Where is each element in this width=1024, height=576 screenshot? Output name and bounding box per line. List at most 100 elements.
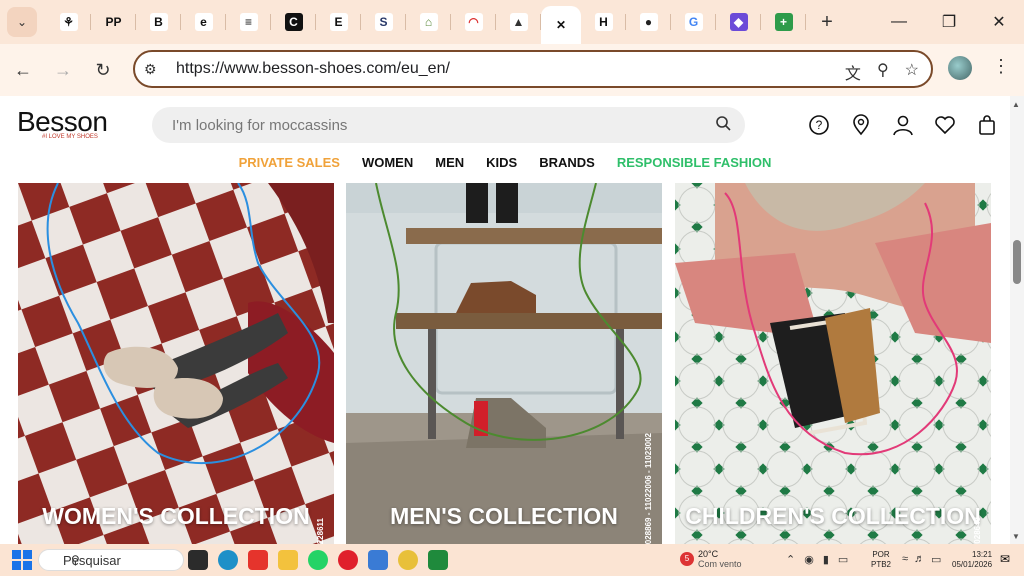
photos-icon[interactable] [368, 550, 388, 570]
weather-temp: 20°C [698, 549, 719, 559]
zoom-icon[interactable]: ⚲ [877, 60, 889, 84]
chevron-down-icon: ⌄ [16, 15, 28, 29]
language-indicator[interactable]: POR PTB2 [871, 550, 891, 570]
browser-tab[interactable]: G [671, 0, 716, 44]
address-bar[interactable]: ⚙ https://www.besson-shoes.com/eu_en/ 文 … [133, 50, 933, 88]
browser-tab[interactable]: ◆ [716, 0, 761, 44]
childrens-collection-title: CHILDREN'S COLLECTION [685, 503, 981, 529]
browser-tab[interactable]: S [361, 0, 406, 44]
browser-tab[interactable]: E [316, 0, 361, 44]
account-icon[interactable] [892, 114, 914, 136]
nav-item-women[interactable]: WOMEN [362, 155, 413, 170]
browser-tab[interactable]: H [581, 0, 626, 44]
cart-bag-icon[interactable] [976, 114, 998, 136]
anydesk-icon[interactable] [248, 550, 268, 570]
tab-favicon-icon: ◆ [729, 13, 748, 31]
opera-icon[interactable] [338, 550, 358, 570]
nav-item-responsible-fashion[interactable]: RESPONSIBLE FASHION [617, 155, 772, 170]
browser-tab[interactable]: C [271, 0, 316, 44]
mens-collection-title: MEN'S COLLECTION [390, 503, 618, 529]
browser-tab[interactable]: B [136, 0, 181, 44]
childrens-product-ref: 028643 [973, 517, 982, 544]
battery-icon[interactable]: ▭ [931, 553, 941, 566]
browser-tab[interactable]: ◠ [451, 0, 496, 44]
womens-collection-image [18, 183, 334, 544]
chevron-up-icon[interactable]: ⌃ [786, 553, 795, 566]
nav-item-private-sales[interactable]: PRIVATE SALES [239, 155, 340, 170]
volume-icon[interactable]: ♬ [914, 553, 925, 566]
whatsapp-icon[interactable] [308, 550, 328, 570]
womens-collection-title: WOMEN'S COLLECTION [42, 503, 310, 529]
new-tab-button[interactable]: + [812, 7, 842, 37]
brand-logo[interactable]: Besson #I LOVE MY SHOES [17, 106, 108, 140]
svg-text:?: ? [816, 118, 823, 132]
back-button[interactable]: ← [6, 53, 40, 87]
mens-collection-card[interactable]: MEN'S COLLECTION 028869 - 11022006 - 110… [346, 183, 662, 544]
weather-widget[interactable]: 5 20°C Com vento [680, 549, 742, 569]
close-window-button[interactable]: ✕ [974, 0, 1024, 44]
keyboard-layout: PTB2 [871, 560, 892, 569]
tab-favicon-icon: B [149, 13, 168, 31]
site-search-input[interactable]: I'm looking for moccassins [152, 107, 745, 143]
start-button[interactable] [12, 550, 32, 570]
network-icon[interactable]: ▭ [838, 553, 848, 566]
edge-icon[interactable] [218, 550, 238, 570]
help-icon[interactable]: ? [808, 114, 830, 136]
browser-tab[interactable]: ● [626, 0, 671, 44]
womens-collection-card[interactable]: WOMEN'S COLLECTION 228611 [18, 183, 334, 544]
excel-icon[interactable] [428, 550, 448, 570]
camera-off-icon[interactable]: ◉ [804, 553, 814, 566]
profile-avatar[interactable] [948, 56, 972, 80]
scroll-up-icon[interactable]: ▲ [1012, 100, 1020, 109]
translate-icon[interactable]: 文 [845, 60, 861, 84]
nav-item-men[interactable]: MEN [435, 155, 464, 170]
tab-favicon-icon: E [329, 13, 348, 31]
weather-desc: Com vento [698, 559, 742, 569]
bookmark-star-icon[interactable]: ☆ [905, 60, 919, 84]
childrens-collection-card[interactable]: CHILDREN'S COLLECTION 028643 [675, 183, 991, 544]
url-text[interactable]: https://www.besson-shoes.com/eu_en/ [176, 60, 450, 78]
browser-tab[interactable]: ▲ [496, 0, 541, 44]
usb-icon[interactable]: ▮ [823, 553, 829, 566]
tab-favicon-icon: ◠ [464, 13, 483, 31]
wishlist-heart-icon[interactable] [934, 114, 956, 136]
taskbar-apps [188, 550, 448, 570]
nav-item-brands[interactable]: BRANDS [539, 155, 595, 170]
clock[interactable]: 13:21 05/01/2026 [952, 550, 992, 570]
scrollbar-thumb[interactable] [1013, 240, 1021, 284]
page-scrollbar[interactable] [1010, 96, 1024, 544]
forward-button[interactable]: → [46, 53, 80, 87]
taskbar-search[interactable]: ⚲ Pesquisar [38, 549, 184, 571]
main-navigation: PRIVATE SALES WOMEN MEN KIDS BRANDS RESPONSIB… [0, 155, 1010, 170]
browser-menu-icon[interactable]: ⋮ [992, 56, 1010, 77]
store-locator-icon[interactable] [850, 114, 872, 136]
file-explorer-icon[interactable] [278, 550, 298, 570]
logo-tagline: #I LOVE MY SHOES [42, 134, 98, 140]
browser-tab[interactable]: ≡ [226, 0, 271, 44]
browser-tab[interactable]: ⌂ [406, 0, 451, 44]
task-view-icon[interactable] [188, 550, 208, 570]
tab-favicon-icon: PP [104, 13, 123, 31]
close-tab-icon: ✕ [552, 16, 570, 34]
site-info-icon[interactable]: ⚙ [144, 61, 164, 78]
reload-button[interactable]: ↻ [86, 53, 120, 87]
website: Besson #I LOVE MY SHOES I'm looking for … [0, 96, 1010, 544]
nav-item-kids[interactable]: KIDS [486, 155, 517, 170]
browser-tab[interactable]: + [761, 0, 806, 44]
browser-tab[interactable]: PP [91, 0, 136, 44]
tab-search-button[interactable]: ⌄ [7, 7, 37, 37]
tab-favicon-icon: S [374, 13, 393, 31]
restore-button[interactable]: ❐ [924, 0, 974, 44]
tab-active-close[interactable]: ✕ [541, 6, 581, 44]
search-icon[interactable] [715, 115, 731, 135]
tab-list: ⚘ PP Be ≡ C E S ⌂ ◠ ▲ ✕ H ● G ◆ + [46, 0, 806, 44]
minimize-button[interactable]: — [874, 0, 924, 44]
browser-tab[interactable]: ⚘ [46, 0, 91, 44]
browser-tab[interactable]: e [181, 0, 226, 44]
chrome-icon[interactable] [398, 550, 418, 570]
weather-badge: 5 [680, 552, 694, 566]
wifi-icon[interactable]: ≈ [902, 553, 908, 566]
scroll-down-icon[interactable]: ▼ [1012, 532, 1020, 541]
windows-taskbar: ⚲ Pesquisar 5 20°C Com vento ⌃ ◉ ▮ ▭ POR… [0, 544, 1024, 576]
notification-bell-icon[interactable]: ✉ [1000, 552, 1010, 566]
